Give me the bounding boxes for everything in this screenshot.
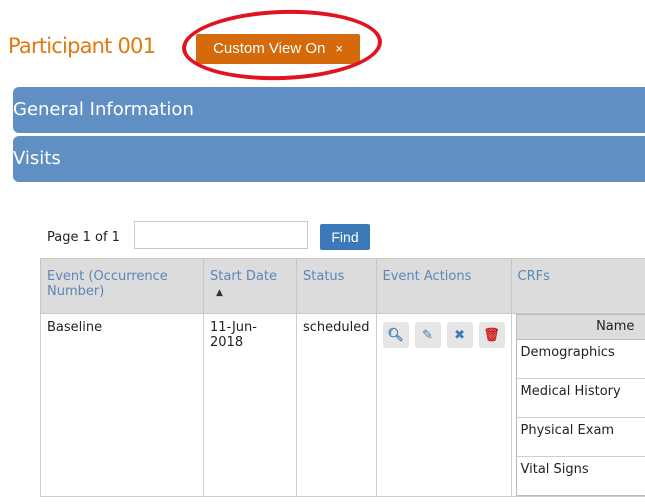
- find-button[interactable]: Find: [320, 224, 370, 250]
- sort-ascending-icon[interactable]: ▲: [216, 288, 290, 298]
- table-header-row: Event (Occurrence Number) Start Date ▲ St…: [40, 258, 645, 314]
- visits-panel[interactable]: Visits: [13, 136, 645, 182]
- magnifier-icon[interactable]: 🔍︎: [382, 322, 409, 348]
- status-cell: scheduled: [296, 313, 377, 497]
- crf-item-demographics[interactable]: Demographics: [516, 340, 645, 379]
- crf-item-physical-exam[interactable]: Physical Exam: [516, 418, 645, 457]
- event-cell: Baseline: [40, 313, 204, 497]
- visits-label: Visits: [13, 148, 61, 169]
- page-title: Participant 001: [8, 34, 156, 58]
- page-search-input[interactable]: [134, 221, 308, 249]
- pager-text: Page 1 of 1: [47, 230, 120, 245]
- crf-item-vital-signs[interactable]: Vital Signs: [517, 457, 645, 495]
- crf-list: Name Demographics Medical History Physic…: [515, 314, 645, 496]
- col-header-start-date[interactable]: Start Date ▲: [203, 258, 297, 314]
- general-information-panel[interactable]: General Information: [13, 87, 645, 133]
- general-information-label: General Information: [13, 99, 194, 120]
- start-date-cell: 11-Jun-2018: [203, 313, 297, 497]
- table-row: Baseline 11-Jun-2018 scheduled 🔍︎ ✎ ✖ 🗑︎…: [40, 313, 645, 497]
- col-header-event-actions: Event Actions: [375, 258, 512, 314]
- annotation-circle: [180, 6, 384, 84]
- col-header-status[interactable]: Status: [296, 258, 377, 314]
- crf-item-medical-history[interactable]: Medical History: [516, 379, 645, 418]
- col-header-crfs: CRFs: [510, 258, 645, 314]
- events-table: Event (Occurrence Number) Start Date ▲ St…: [40, 258, 645, 497]
- x-icon[interactable]: ✖: [446, 322, 473, 348]
- event-actions-cell: 🔍︎ ✎ ✖ 🗑︎: [375, 313, 512, 497]
- col-header-event[interactable]: Event (Occurrence Number): [40, 258, 204, 314]
- crfs-cell: Name Demographics Medical History Physic…: [510, 313, 645, 497]
- pencil-icon[interactable]: ✎: [414, 322, 441, 348]
- trash-icon[interactable]: 🗑︎: [478, 322, 505, 348]
- crf-name-header: Name: [516, 315, 645, 340]
